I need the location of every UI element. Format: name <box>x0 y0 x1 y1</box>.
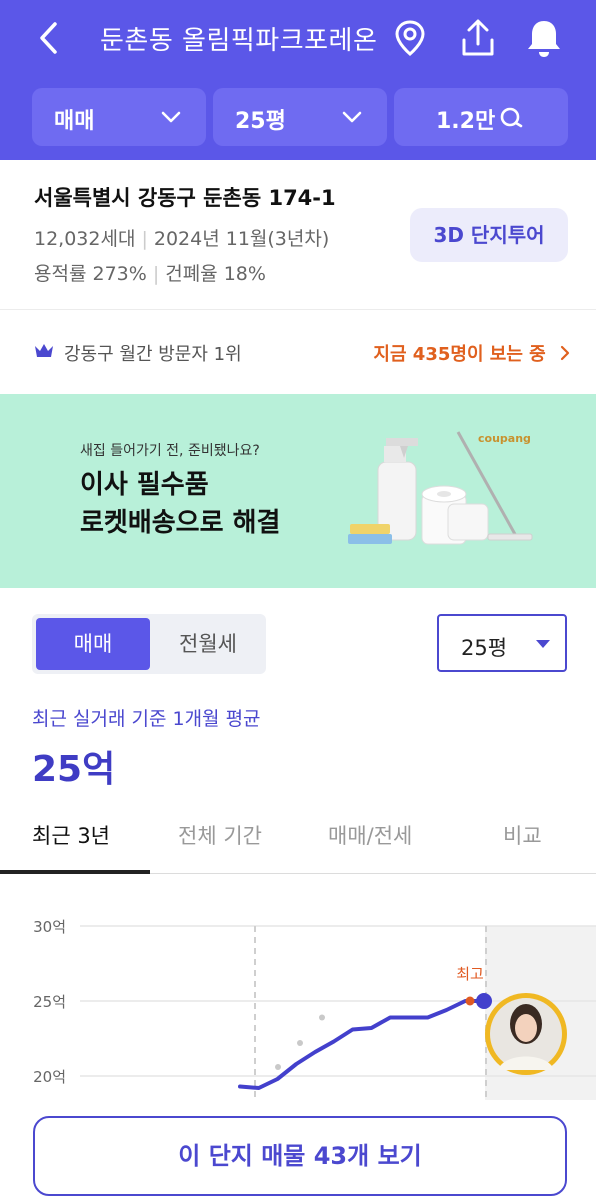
floor-area-ratio: 용적률 273% <box>34 263 147 285</box>
chart-scatter-point <box>275 1064 281 1070</box>
map-pin-icon <box>395 20 425 56</box>
chevron-left-icon <box>40 22 57 54</box>
tab-recent-3-years[interactable]: 최근 3년 <box>32 820 110 850</box>
tab-sale-jeonse[interactable]: 매매/전세 <box>328 820 412 850</box>
3d-tour-button[interactable]: 3D 단지투어 <box>410 208 568 262</box>
banner-title-line-2: 로켓배송으로 해결 <box>80 508 281 538</box>
bell-icon <box>528 21 560 57</box>
segment-sale[interactable]: 매매 <box>36 618 150 670</box>
share-icon <box>462 19 494 56</box>
chevron-down-icon <box>161 111 181 123</box>
price-chart-svg: 30억 25억 20억 최고 <box>33 918 596 1100</box>
building-coverage: 건폐율 18% <box>165 263 266 285</box>
complex-info: 서울특별시 강동구 둔촌동 174-1 12,032세대 | 2024년 11월(3… <box>0 160 596 310</box>
cleaning-products-illustration <box>348 431 533 545</box>
chart-max-annotation: 최고 <box>456 965 484 983</box>
divider: | <box>141 228 148 250</box>
live-viewers[interactable]: 지금 435명이 보는 중 <box>373 340 572 366</box>
y-tick-label: 25억 <box>33 993 66 1011</box>
households: 12,032세대 <box>34 228 136 250</box>
trade-type-filter[interactable]: 매매 <box>32 88 206 146</box>
notification-button[interactable] <box>522 16 566 60</box>
size-filter-label: 25평 <box>235 109 286 134</box>
trade-segment-control: 매매 전월세 <box>32 614 266 674</box>
visitor-rank: 강동구 월간 방문자 1위 <box>64 344 242 365</box>
period-tabs: 최근 3년 전체 기간 매매/전세 비교 <box>0 800 596 874</box>
build-date: 2024년 11월(3년차) <box>153 228 330 250</box>
average-price-value: 25억 <box>32 749 116 790</box>
location-button[interactable] <box>388 16 432 60</box>
chevron-down-icon <box>342 111 362 123</box>
tab-compare[interactable]: 비교 <box>503 820 542 850</box>
agent-avatar[interactable] <box>485 993 567 1075</box>
chart-scatter-point <box>297 1040 303 1046</box>
meta-line-2: 용적률 273% | 건폐율 18% <box>34 259 266 286</box>
chart-series-line <box>238 999 486 1090</box>
banner-subtitle: 새집 들어가기 전, 준비됐나요? <box>80 443 260 459</box>
header: 둔촌동 올림픽파크포레온 매매 25평 1.2만 <box>0 0 596 160</box>
y-tick-label: 20억 <box>33 1068 66 1086</box>
trade-type-label: 매매 <box>54 109 95 134</box>
address: 서울특별시 강동구 둔촌동 174-1 <box>34 186 336 210</box>
size-select-label: 25평 <box>461 636 508 660</box>
filter-bar: 매매 25평 1.2만 <box>32 88 568 146</box>
chart-current-marker <box>476 993 492 1009</box>
y-tick-label: 30억 <box>33 918 66 936</box>
segment-rent[interactable]: 전월세 <box>154 618 262 670</box>
share-button[interactable] <box>456 16 500 60</box>
price-chart: 30억 25억 20억 최고 <box>0 874 596 1100</box>
top-bar: 둔촌동 올림픽파크포레온 <box>0 0 596 78</box>
size-filter[interactable]: 25평 <box>213 88 387 146</box>
view-listings-button[interactable]: 이 단지 매물 43개 보기 <box>33 1116 567 1196</box>
chevron-right-icon <box>560 345 570 361</box>
price-filter[interactable]: 1.2만 <box>394 88 568 146</box>
caret-down-icon <box>536 640 550 648</box>
average-price-caption: 최근 실거래 기준 1개월 평균 <box>32 708 261 730</box>
ad-banner[interactable]: 새집 들어가기 전, 준비됐나요? 이사 필수품 로켓배송으로 해결 coupa… <box>0 394 596 588</box>
tab-all-period[interactable]: 전체 기간 <box>178 820 262 850</box>
chart-scatter-point <box>319 1014 325 1021</box>
divider: | <box>152 263 160 285</box>
live-viewers-label: 지금 435명이 보는 중 <box>373 344 546 365</box>
crown-icon <box>35 344 53 357</box>
visitor-row[interactable]: 강동구 월간 방문자 1위 지금 435명이 보는 중 <box>0 310 596 394</box>
chart-max-marker <box>465 996 475 1006</box>
back-button[interactable] <box>30 18 70 58</box>
page-title: 둔촌동 올림픽파크포레온 <box>100 26 378 56</box>
search-icon <box>500 107 523 128</box>
size-select[interactable]: 25평 <box>437 614 567 672</box>
price-filter-label: 1.2만 <box>436 109 496 134</box>
banner-title-line-1: 이사 필수품 <box>80 470 209 500</box>
meta-line-1: 12,032세대 | 2024년 11월(3년차) <box>34 224 329 251</box>
